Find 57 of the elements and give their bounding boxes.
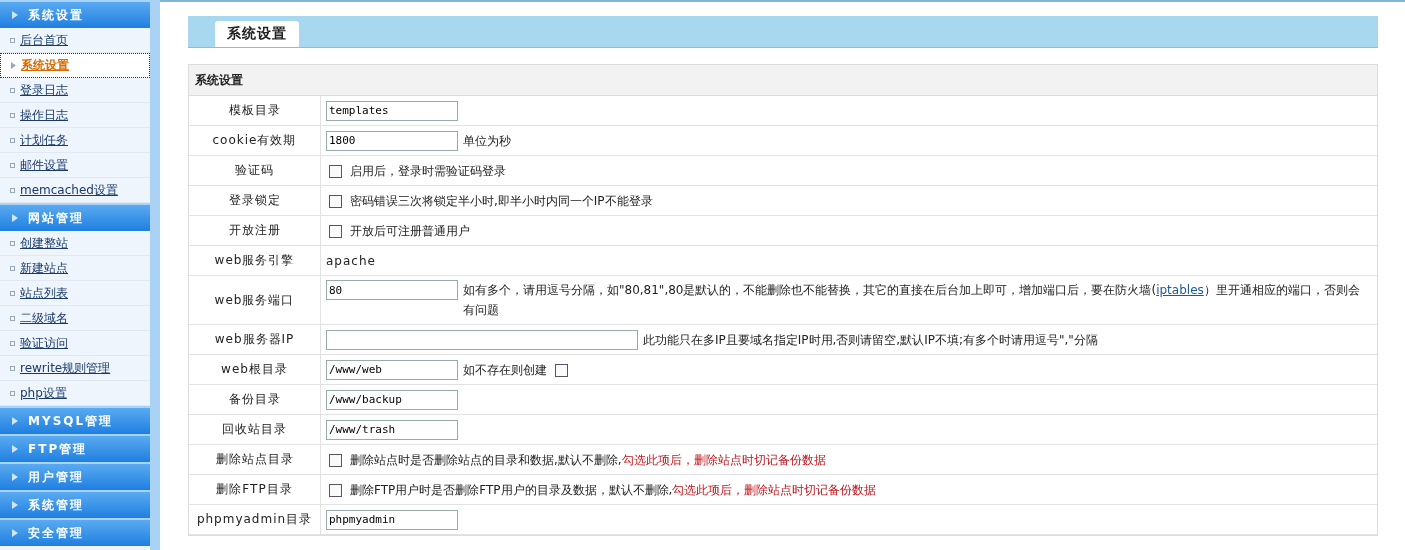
triangle-icon — [12, 11, 18, 19]
checkbox[interactable] — [555, 363, 568, 377]
menu-group-title: 系统管理 — [28, 496, 84, 514]
field-label: web根目录 — [189, 355, 321, 384]
menu-group-title: 网站管理 — [28, 209, 84, 227]
field-note: 此功能只在多IP且要域名指定IP时用,否则请留空,默认IP不填;有多个时请用逗号","分隔 — [643, 331, 1098, 349]
field-note: 删除FTP用户时是否删除FTP用户的目录及数据，默认不删除,勾选此项后，删除站点时切记备份数据 — [350, 481, 877, 499]
link[interactable]: iptables — [1156, 283, 1204, 297]
checkbox[interactable] — [329, 224, 342, 238]
triangle-icon — [12, 445, 18, 453]
field-note: 密码错误三次将锁定半小时,即半小时内同一个IP不能登录 — [350, 192, 653, 210]
input-field[interactable]: /www/web — [326, 359, 458, 380]
field-value: apache — [326, 252, 376, 270]
tab[interactable]: 系统设置 — [215, 21, 299, 47]
field-label: 登录锁定 — [189, 186, 321, 215]
field-label: phpmyadmin目录 — [189, 505, 321, 534]
input-field[interactable] — [326, 329, 638, 350]
field-label: 开放注册 — [189, 216, 321, 245]
field-note: 开放后可注册普通用户 — [350, 222, 470, 240]
triangle-icon — [12, 214, 18, 222]
section-title: 系统设置 — [195, 71, 243, 89]
menu-item[interactable]: 系统设置 — [0, 53, 150, 78]
menu-group-title: 用户管理 — [28, 468, 84, 486]
field-label: 备份目录 — [189, 385, 321, 414]
triangle-icon — [11, 62, 16, 69]
checkbox[interactable] — [329, 164, 342, 178]
field-label: 回收站目录 — [189, 415, 321, 444]
field-label: 删除站点目录 — [189, 445, 321, 474]
menu-group-title: MYSQL管理 — [28, 412, 114, 430]
field-note: 删除站点时是否删除站点的目录和数据,默认不删除,勾选此项后，删除站点时切记备份数据 — [350, 451, 826, 469]
triangle-icon — [12, 529, 18, 537]
field-note: 如有多个，请用逗号分隔，如"80,81",80是默认的，不能删除也不能替换，其它的直接在后台加上即可，增加端口后，要在防火墙(iptables）里开通相应的端口，否则会有问题 — [463, 282, 1361, 319]
field-note: 如不存在则创建 — [463, 361, 547, 379]
field-note: 启用后，登录时需验证码登录 — [350, 162, 506, 180]
triangle-icon — [12, 501, 18, 509]
field-label: 验证码 — [189, 156, 321, 185]
field-label: web服务端口 — [189, 276, 321, 324]
input-field[interactable]: /www/trash — [326, 419, 458, 440]
triangle-icon — [12, 473, 18, 481]
field-note: 单位为秒 — [463, 132, 511, 150]
field-label: web服务引擎 — [189, 246, 321, 275]
input-field[interactable]: phpmyadmin — [326, 509, 458, 530]
field-label: 模板目录 — [189, 96, 321, 125]
input-field[interactable]: templates — [326, 100, 458, 121]
menu-group-title: FTP管理 — [28, 440, 88, 458]
checkbox[interactable] — [329, 453, 342, 467]
triangle-icon — [12, 417, 18, 425]
input-field[interactable]: /www/backup — [326, 389, 458, 410]
menu-group-title: 安全管理 — [28, 524, 84, 542]
input-field[interactable]: 80 — [326, 280, 458, 300]
checkbox[interactable] — [329, 483, 342, 497]
input-field[interactable]: 1800 — [326, 130, 458, 151]
menu-group-title: 系统设置 — [28, 6, 84, 24]
checkbox[interactable] — [329, 194, 342, 208]
field-label: cookie有效期 — [189, 126, 321, 155]
field-label: 删除FTP目录 — [189, 475, 321, 504]
field-label: web服务器IP — [189, 325, 321, 354]
